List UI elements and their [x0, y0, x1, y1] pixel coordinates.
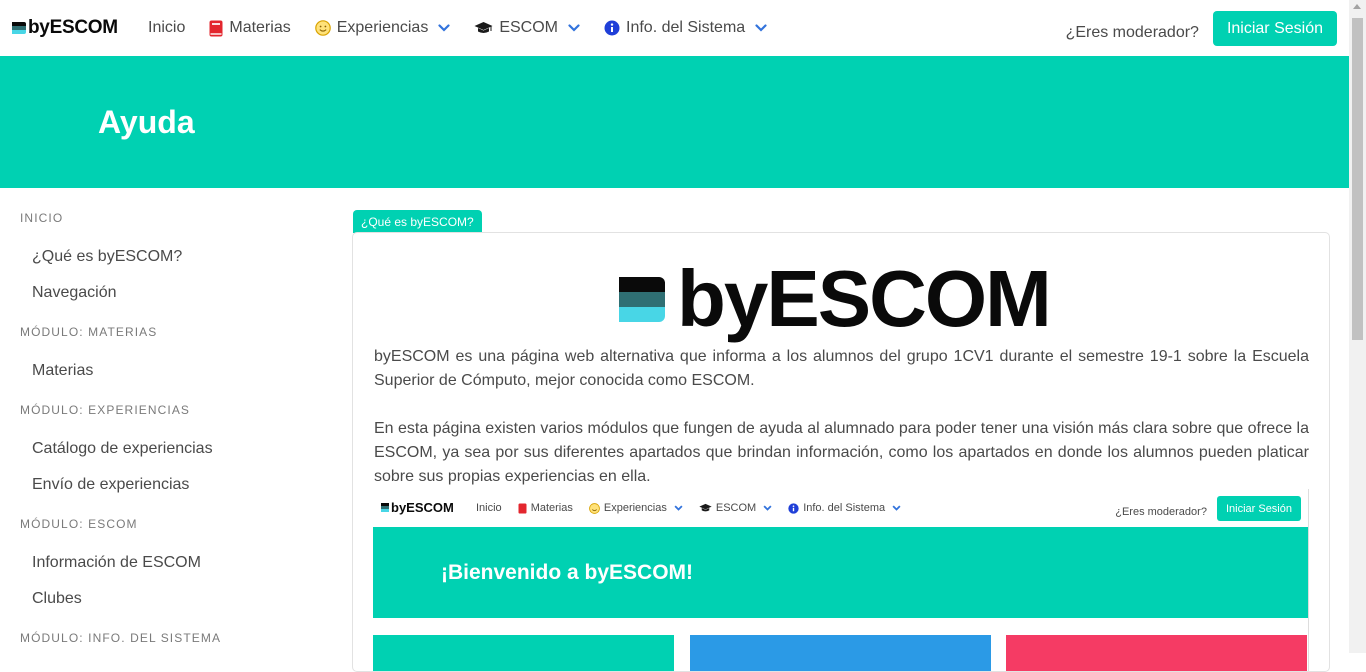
chevron-down-icon — [674, 505, 683, 511]
top-navbar: byESCOM Inicio Materias Experiencias ESC… — [0, 0, 1349, 56]
screenshot-card-teal — [373, 635, 674, 671]
menu-label-experiencias: MÓDULO: EXPERIENCIAS — [20, 403, 191, 417]
screenshot-card-blue — [690, 635, 991, 671]
help-sidebar-menu: INICIO ¿Qué es byESCOM? Navegación MÓDUL… — [0, 188, 330, 653]
screenshot-nav-experiencias: Experiencias — [581, 502, 691, 514]
intro-paragraph: byESCOM es una página web alternativa qu… — [374, 348, 1309, 389]
scrollbar-thumb[interactable] — [1352, 18, 1363, 340]
screenshot-nav-inicio: Inicio — [468, 502, 510, 514]
nav-item-label: ESCOM — [499, 19, 558, 36]
chevron-down-icon — [892, 505, 901, 511]
screenshot-nav-escom: ESCOM — [691, 502, 780, 514]
screenshot-nav-label: Info. del Sistema — [803, 502, 886, 514]
nav-item-label: Inicio — [148, 19, 186, 36]
nav-item-label: Materias — [229, 19, 291, 36]
menu-label-info-sistema: MÓDULO: INFO. DEL SISTEMA — [20, 631, 222, 645]
menu-label-inicio: INICIO — [20, 211, 64, 225]
nav-item-info-sistema[interactable]: Info. del Sistema — [592, 0, 779, 56]
menu-link-clubes[interactable]: Clubes — [32, 590, 82, 608]
login-button[interactable]: Iniciar Sesión — [1212, 11, 1337, 46]
menu-label-escom: MÓDULO: ESCOM — [20, 517, 138, 531]
screenshot-brand-text: byESCOM — [391, 500, 454, 515]
chevron-down-icon — [568, 24, 580, 32]
brand-mark-icon — [12, 22, 26, 34]
screenshot-nav-info: Info. del Sistema — [780, 502, 909, 514]
book-icon — [209, 20, 223, 37]
brand-logo[interactable]: byESCOM — [12, 17, 118, 39]
byescom-mark-icon — [619, 276, 665, 322]
brand-text: byESCOM — [28, 17, 118, 38]
screenshot-hero-title: ¡Bienvenido a byESCOM! — [441, 561, 694, 584]
nav-right: ¿Eres moderador? Iniciar Sesión — [1066, 11, 1337, 46]
screenshot-card-red — [1006, 635, 1307, 671]
menu-link-info-escom[interactable]: Información de ESCOM — [32, 554, 201, 572]
menu-link-que-es[interactable]: ¿Qué es byESCOM? — [32, 248, 182, 266]
byescom-logo: byESCOM — [619, 254, 1052, 343]
modules-paragraph: En esta página existen varios módulos qu… — [374, 420, 1309, 485]
graduation-cap-icon — [699, 503, 712, 513]
nav-item-escom[interactable]: ESCOM — [462, 0, 592, 56]
homepage-screenshot: byESCOM Inicio Materias Experiencias ESC… — [373, 489, 1309, 671]
info-circle-icon — [788, 502, 799, 514]
menu-label-materias: MÓDULO: MATERIAS — [20, 325, 158, 339]
nav-item-inicio[interactable]: Inicio — [136, 0, 197, 56]
screenshot-login-button: Iniciar Sesión — [1216, 496, 1301, 521]
nav-item-label: Info. del Sistema — [626, 19, 746, 36]
smile-icon — [314, 20, 331, 36]
scroll-up-arrow-icon[interactable] — [1353, 4, 1361, 9]
chevron-down-icon — [763, 505, 772, 511]
screenshot-nav-label: Materias — [530, 502, 573, 514]
menu-link-catalogo[interactable]: Catálogo de experiencias — [32, 440, 213, 458]
screenshot-nav-materias: Materias — [510, 502, 581, 514]
screenshot-moderator-text: ¿Eres moderador? — [1115, 505, 1207, 518]
brand-mark-icon — [381, 503, 389, 512]
screenshot-nav-label: Experiencias — [603, 502, 667, 514]
nav-item-label: Experiencias — [336, 19, 429, 36]
graduation-cap-icon — [474, 21, 493, 35]
book-icon — [518, 503, 527, 514]
screenshot-nav-label: ESCOM — [715, 502, 757, 514]
hero-banner: Ayuda — [0, 56, 1349, 188]
page-scrollbar[interactable] — [1349, 0, 1366, 653]
help-content-card: byESCOM byESCOM es una página web altern… — [352, 232, 1330, 672]
screenshot-brand: byESCOM — [381, 500, 454, 515]
menu-link-materias[interactable]: Materias — [32, 362, 93, 380]
chevron-down-icon — [755, 24, 767, 32]
info-circle-icon — [604, 20, 620, 36]
nav-item-materias[interactable]: Materias — [197, 0, 302, 56]
screenshot-navbar: byESCOM Inicio Materias Experiencias ESC… — [373, 489, 1308, 527]
byescom-logo-text: byESCOM — [677, 254, 1052, 343]
screenshot-nav-right: ¿Eres moderador? Iniciar Sesión — [1115, 496, 1301, 521]
menu-link-navegacion[interactable]: Navegación — [32, 284, 117, 302]
section-tag: ¿Qué es byESCOM? — [353, 210, 482, 233]
menu-link-envio[interactable]: Envío de experiencias — [32, 476, 189, 494]
screenshot-nav-menu: Inicio Materias Experiencias ESCOM Info.… — [468, 489, 909, 527]
nav-menu: Inicio Materias Experiencias ESCOM Info.… — [136, 0, 779, 56]
page-title: Ayuda — [98, 104, 195, 140]
moderator-link[interactable]: ¿Eres moderador? — [1066, 24, 1199, 42]
screenshot-nav-label: Inicio — [476, 502, 502, 514]
smile-icon — [589, 502, 600, 514]
screenshot-hero: ¡Bienvenido a byESCOM! — [373, 527, 1308, 618]
chevron-down-icon — [438, 24, 450, 32]
nav-item-experiencias[interactable]: Experiencias — [303, 0, 463, 56]
